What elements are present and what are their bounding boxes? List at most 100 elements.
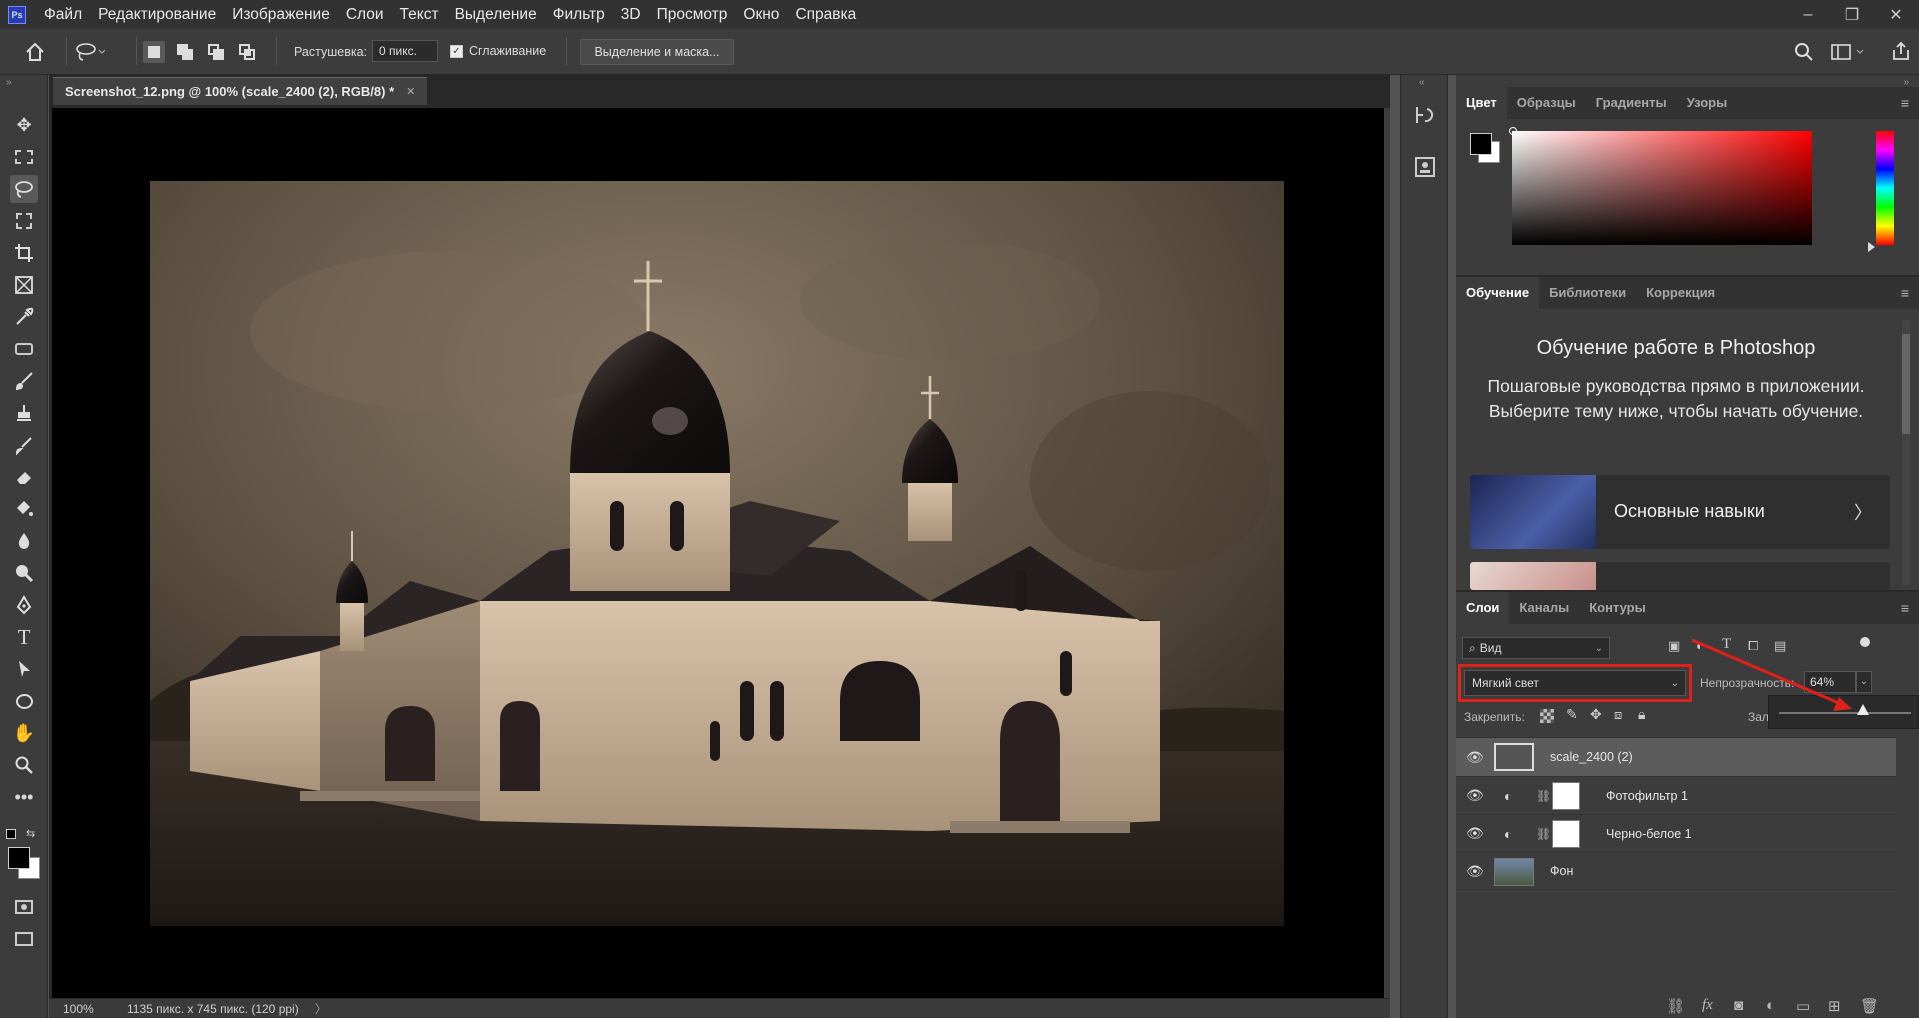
more-tools-icon[interactable]: ••• — [10, 783, 38, 811]
crop-tool-icon[interactable] — [10, 239, 38, 267]
menu-item-10[interactable]: Справка — [787, 0, 864, 29]
close-tab-icon[interactable]: ✕ — [406, 85, 415, 98]
healing-brush-icon[interactable] — [10, 335, 38, 363]
mask-icon[interactable]: ◙ — [1734, 997, 1743, 1014]
intersect-selection-icon[interactable] — [236, 41, 258, 63]
quick-mask-icon[interactable] — [10, 893, 38, 921]
chain-link-icon[interactable]: ⛓ — [1536, 789, 1551, 803]
menu-item-1[interactable]: Редактирование — [90, 0, 224, 29]
layer-row-black-white[interactable]: 👁︎ ◐ ⛓ Черно-белое 1 — [1456, 814, 1896, 852]
type-tool-icon[interactable]: T — [10, 623, 38, 651]
foreground-color-swatch[interactable] — [8, 847, 30, 869]
brush-tool-icon[interactable] — [10, 367, 38, 395]
frame-tool-icon[interactable] — [10, 271, 38, 299]
subtract-selection-icon[interactable] — [205, 41, 227, 63]
workspace-icon[interactable] — [1830, 41, 1866, 63]
adjustment-layer-icon: ◐ — [1504, 825, 1513, 842]
select-and-mask-button[interactable]: Выделение и маска... — [580, 39, 734, 65]
menu-item-2[interactable]: Изображение — [224, 0, 338, 29]
menu-item-6[interactable]: Фильтр — [545, 0, 613, 29]
menu-item-8[interactable]: Просмотр — [649, 0, 736, 29]
vertical-scrollbar[interactable] — [1384, 108, 1390, 998]
group-icon[interactable]: ▭ — [1796, 997, 1810, 1015]
document-info: 1135 пикс. x 745 пикс. (120 ppi) — [127, 1001, 299, 1016]
fx-icon[interactable]: fx — [1702, 997, 1713, 1014]
collapse-arrows-icon[interactable]: » — [6, 77, 12, 88]
church-photo[interactable] — [150, 181, 1284, 926]
path-select-icon[interactable] — [10, 655, 38, 683]
add-selection-icon[interactable] — [174, 41, 196, 63]
menu-item-5[interactable]: Выделение — [447, 0, 545, 29]
search-icon[interactable] — [1793, 41, 1815, 63]
eyedropper-icon[interactable] — [10, 303, 38, 331]
menu-bar: Ps Файл Редактирование Изображение Слои Текс… — [0, 0, 1919, 29]
eye-visibility-icon[interactable]: 👁︎ — [1466, 863, 1484, 880]
link-icon[interactable]: ⛓ — [1666, 997, 1685, 1015]
checkbox-checked-icon[interactable]: ✓ — [450, 44, 463, 58]
photoshop-logo: Ps — [8, 5, 26, 24]
dodge-tool-icon[interactable] — [10, 559, 38, 587]
restore-button[interactable]: ❐ — [1830, 0, 1874, 29]
layer-row-background[interactable]: 👁︎ Фон — [1456, 852, 1896, 890]
home-icon[interactable] — [24, 41, 46, 63]
layer-thumbnail — [1494, 743, 1534, 771]
menu-item-0[interactable]: Файл — [36, 0, 90, 29]
eye-visibility-icon[interactable]: 👁︎ — [1466, 749, 1484, 766]
properties-panel-icon[interactable] — [1413, 155, 1437, 182]
layer-name[interactable]: Черно-белое 1 — [1606, 827, 1692, 841]
chain-link-icon[interactable]: ⛓ — [1536, 827, 1551, 841]
pen-tool-icon[interactable] — [10, 591, 38, 619]
history-panel-icon[interactable] — [1413, 103, 1437, 130]
eye-visibility-icon[interactable]: 👁︎ — [1466, 825, 1484, 842]
move-tool-icon[interactable]: ✥ — [10, 111, 38, 139]
layer-name[interactable]: Фон — [1550, 864, 1573, 878]
lasso-tool-icon[interactable] — [10, 175, 38, 203]
adjustment-icon[interactable]: ◐ — [1766, 997, 1775, 1014]
document-tab[interactable]: Screenshot_12.png @ 100% (scale_2400 (2)… — [53, 77, 428, 105]
expand-arrows-icon[interactable]: « — [1419, 77, 1425, 88]
clone-stamp-icon[interactable] — [10, 399, 38, 427]
document-tab-title: Screenshot_12.png @ 100% (scale_2400 (2)… — [65, 84, 395, 99]
default-colors-icon[interactable] — [6, 829, 16, 839]
eye-visibility-icon[interactable]: 👁︎ — [1466, 787, 1484, 804]
antialias-label: Сглаживание — [469, 44, 547, 58]
menu-items: Файл Редактирование Изображение Слои Текст Вы… — [36, 0, 864, 29]
new-selection-icon[interactable] — [143, 41, 165, 63]
marquee-tool-icon[interactable] — [10, 143, 38, 171]
ellipse-tool-icon[interactable] — [10, 687, 38, 715]
screen-mode-icon[interactable] — [10, 925, 38, 953]
share-icon[interactable] — [1890, 40, 1912, 62]
hand-tool-icon[interactable]: ✋ — [10, 719, 38, 747]
status-menu-arrow[interactable]: 〉 — [315, 1000, 327, 1017]
menu-item-3[interactable]: Слои — [338, 0, 392, 29]
history-brush-icon[interactable] — [10, 431, 38, 459]
layer-name[interactable]: scale_2400 (2) — [1550, 750, 1633, 764]
menu-item-7[interactable]: 3D — [613, 0, 649, 29]
minimize-button[interactable]: – — [1786, 0, 1830, 29]
close-window-button[interactable]: ✕ — [1874, 0, 1918, 29]
layer-thumbnail — [1494, 858, 1534, 886]
layer-row-photo-filter[interactable]: 👁︎ ◐ ⛓ Фотофильтр 1 — [1456, 776, 1896, 814]
paint-bucket-icon[interactable] — [10, 495, 38, 523]
layer-mask-thumbnail[interactable] — [1552, 782, 1580, 810]
layer-mask-thumbnail[interactable] — [1552, 820, 1580, 848]
lasso-tool-icon[interactable] — [75, 41, 106, 63]
feather-input[interactable]: 0 пикс. — [372, 40, 438, 62]
options-bar — [0, 29, 1919, 75]
menu-item-9[interactable]: Окно — [735, 0, 787, 29]
blur-tool-icon[interactable] — [10, 527, 38, 555]
zoom-tool-icon[interactable] — [10, 751, 38, 779]
trash-icon[interactable]: 🗑︎ — [1860, 997, 1879, 1015]
layer-row-scale[interactable]: 👁︎ scale_2400 (2) — [1456, 737, 1896, 776]
antialias-checkbox[interactable]: ✓ Сглаживание — [450, 44, 546, 58]
swap-colors-icon[interactable]: ⇆ — [26, 827, 35, 840]
new-layer-icon[interactable]: ⊞ — [1828, 997, 1841, 1015]
tools-panel: » ✥ T ✋ ••• ⇆ — [0, 75, 48, 1018]
zoom-level[interactable]: 100% — [63, 1002, 123, 1016]
menu-item-4[interactable]: Текст — [392, 0, 447, 29]
status-bar: 100% 1135 пикс. x 745 пикс. (120 ppi) 〉 — [49, 999, 1390, 1018]
object-select-icon[interactable] — [10, 207, 38, 235]
collapsed-panels: « — [1400, 75, 1448, 1018]
layer-name[interactable]: Фотофильтр 1 — [1606, 789, 1688, 803]
eraser-tool-icon[interactable] — [10, 463, 38, 491]
